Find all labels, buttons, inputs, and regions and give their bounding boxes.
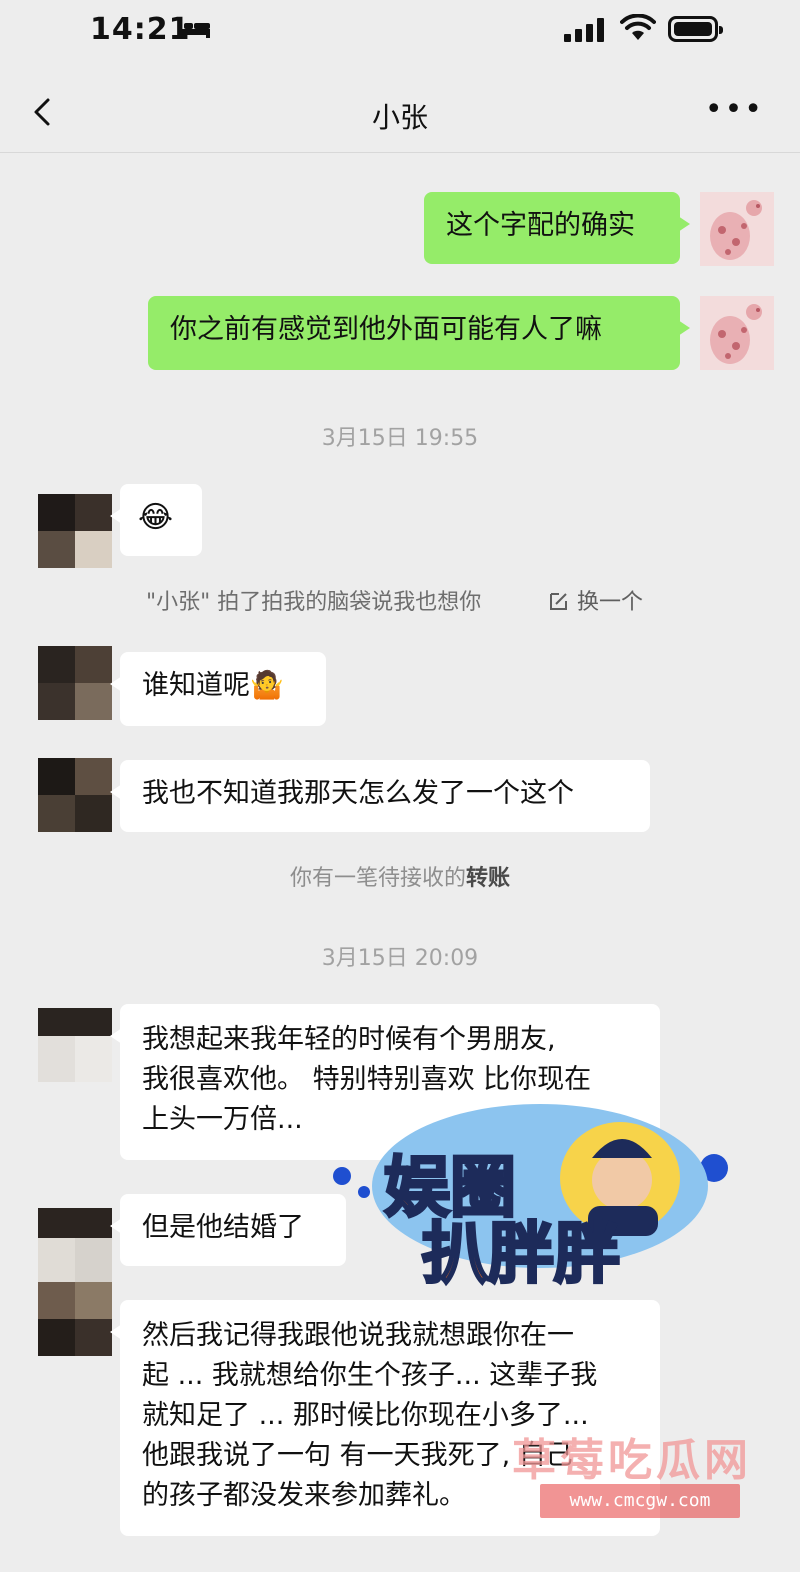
status-bar: 14:21 [0, 0, 800, 64]
transfer-notice: 你有一笔待接收的转账 [0, 860, 800, 892]
edit-icon [550, 593, 567, 610]
watermark-logo-line2: 扒胖胖 [422, 1215, 620, 1292]
contact-avatar[interactable] [38, 758, 112, 832]
my-avatar[interactable] [700, 192, 774, 266]
wifi-icon [620, 14, 656, 40]
contact-avatar[interactable] [38, 646, 112, 720]
watermark-logo: 娱圈 扒胖胖 [333, 1104, 728, 1294]
status-time: 14:21 [90, 12, 191, 47]
contact-avatar[interactable] [38, 1208, 112, 1282]
chat-bubble-incoming[interactable]: 谁知道呢🤷 [110, 652, 326, 726]
contact-avatar[interactable] [38, 494, 112, 568]
message-line: 我想起来我年轻的时候有个男朋友, [142, 1024, 556, 1055]
message-line: 然后我记得我跟他说我就想跟你在一 [142, 1320, 574, 1351]
my-avatar[interactable] [700, 296, 774, 370]
message-text: 谁知道呢 [142, 670, 250, 701]
site-watermark-url: www.cmcgw.com [540, 1484, 740, 1518]
sleep-mode-icon [178, 20, 210, 38]
chat-bubble-outgoing[interactable]: 这个字配的确实 [424, 192, 690, 264]
site-watermark-text: 草莓吃瓜网 [512, 1435, 752, 1486]
chat-title: 小张 [371, 101, 428, 134]
shrug-emoji: 🤷 [250, 670, 284, 701]
contact-avatar[interactable] [38, 1008, 112, 1082]
message-line: 我很喜欢他。 特别特别喜欢 比你现在 [142, 1064, 592, 1095]
transfer-notice-text: 你有一笔待接收的 [289, 866, 466, 891]
transfer-link[interactable]: 转账 [466, 866, 510, 891]
chat-bubble-incoming[interactable]: 😂 [110, 484, 202, 556]
chat-bubble-outgoing[interactable]: 你之前有感觉到他外面可能有人了嘛 [148, 296, 690, 370]
cellular-signal-icon [564, 18, 604, 42]
change-pat-link[interactable]: 换一个 [548, 584, 643, 616]
message-line: 起 ... 我就想给你生个孩子... 这辈子我 [142, 1360, 598, 1391]
more-icon[interactable]: ••• [705, 95, 764, 125]
chat-bubble-incoming[interactable]: 但是他结婚了 [110, 1194, 346, 1266]
timestamp: 3月15日 20:09 [321, 946, 479, 971]
change-pat-label: 换一个 [577, 590, 644, 615]
chat-bubble-incoming[interactable]: 我也不知道我那天怎么发了一个这个 [110, 760, 650, 832]
contact-avatar[interactable] [38, 1282, 112, 1356]
pat-notice: "小张" 拍了拍我的脑袋说我也想你 [146, 590, 482, 615]
battery-icon [668, 16, 723, 42]
timestamp: 3月15日 19:55 [321, 426, 479, 451]
chat-header: 小张 ••• [0, 72, 800, 153]
